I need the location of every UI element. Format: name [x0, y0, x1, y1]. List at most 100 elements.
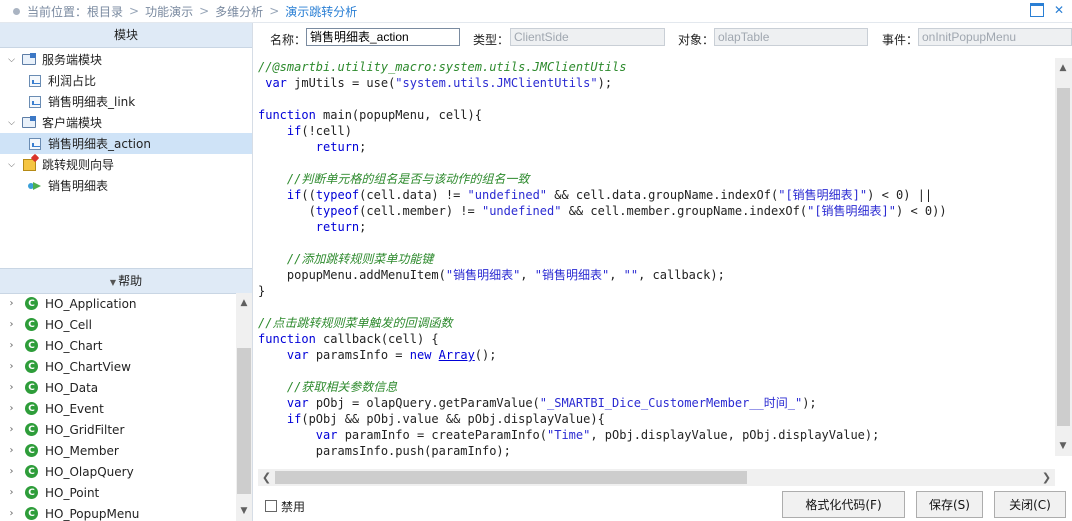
close-icon[interactable]: ✕: [1052, 3, 1066, 17]
code-token: (pObj && pObj.value && pObj.displayValue…: [301, 412, 605, 426]
disable-label[interactable]: 禁用: [281, 498, 305, 515]
help-list-item[interactable]: › C HO_Event: [0, 398, 236, 419]
code-token: (: [258, 204, 316, 218]
help-list-item[interactable]: › C HO_PopupMenu: [0, 503, 236, 521]
expand-icon[interactable]: ›: [7, 340, 16, 351]
tree-node-sales-detail-action[interactable]: 销售明细表_action: [0, 133, 252, 154]
code-token: ();: [474, 348, 497, 362]
code-token: , callback);: [638, 268, 725, 282]
code-line: paramsInfo.push(paramInfo);: [258, 443, 511, 458]
help-item-label: HO_Data: [45, 380, 99, 395]
macro-doc-icon: [28, 74, 42, 88]
class-icon: C: [25, 423, 38, 436]
code-keyword: typeof: [315, 188, 360, 202]
scroll-down-icon[interactable]: ▼: [236, 503, 252, 519]
code-string: "[销售明细表]": [807, 204, 897, 218]
code-string: "undefined": [481, 204, 562, 218]
help-header-label: 帮助: [118, 274, 143, 288]
name-field[interactable]: 销售明细表_action: [306, 28, 460, 46]
expand-icon[interactable]: ›: [7, 445, 16, 456]
help-list-item[interactable]: › C HO_ChartView: [0, 356, 236, 377]
code-token: && cell.member.groupName.indexOf(: [561, 204, 808, 218]
help-list-item[interactable]: › C HO_Cell: [0, 314, 236, 335]
code-comment: //添加跳转规则菜单功能键: [286, 252, 434, 266]
code-line: function callback(cell) {: [258, 331, 439, 347]
collapse-icon[interactable]: ⌵: [7, 118, 16, 128]
help-list-item[interactable]: › C HO_Data: [0, 377, 236, 398]
tree-node-server-module[interactable]: ⌵ 服务端模块: [0, 49, 102, 70]
scroll-up-icon[interactable]: ▲: [1055, 60, 1071, 76]
help-item-label: HO_Event: [45, 401, 104, 416]
code-string: "undefined": [467, 188, 548, 202]
code-editor[interactable]: //@smartbi.utility_macro:system.utils.JM…: [258, 58, 1055, 458]
breadcrumb-item-demo[interactable]: 功能演示: [145, 3, 193, 20]
help-item-label: HO_OlapQuery: [45, 464, 134, 479]
scrollbar-thumb[interactable]: [275, 471, 747, 484]
collapse-icon[interactable]: ⌵: [7, 160, 16, 170]
expand-icon[interactable]: ›: [7, 403, 16, 414]
tree-node-profit-ratio[interactable]: 利润占比: [28, 70, 96, 91]
close-button[interactable]: 关闭(C): [994, 491, 1066, 518]
editor-horizontal-scrollbar[interactable]: ❮ ❯: [258, 469, 1055, 486]
expand-icon[interactable]: ›: [7, 319, 16, 330]
scroll-left-icon[interactable]: ❮: [258, 469, 275, 486]
tree-node-sales-detail-link[interactable]: 销售明细表_link: [28, 91, 135, 112]
format-code-button[interactable]: 格式化代码(F): [782, 491, 905, 518]
expand-icon[interactable]: ›: [7, 298, 16, 309]
footer-bar: 禁用 格式化代码(F) 保存(S) 关闭(C): [253, 489, 1072, 521]
scrollbar-thumb[interactable]: [237, 348, 251, 494]
expand-icon[interactable]: ›: [7, 466, 16, 477]
scrollbar-thumb[interactable]: [1057, 88, 1070, 426]
tree-node-jump-rule-wizard[interactable]: ⌵ 跳转规则向导: [0, 154, 114, 175]
code-keyword: new: [409, 348, 432, 362]
breadcrumb-item-root[interactable]: 根目录: [87, 3, 123, 20]
module-panel-header[interactable]: 模块: [0, 23, 252, 48]
expand-icon[interactable]: ›: [7, 382, 16, 393]
code-line: var paramsInfo = new Array();: [258, 347, 497, 363]
tree-node-sales-detail[interactable]: 销售明细表: [28, 175, 108, 196]
editor-panel: 名称： 销售明细表_action 类型： ClientSide 对象： olap…: [253, 23, 1072, 521]
help-list-item[interactable]: › C HO_Chart: [0, 335, 236, 356]
help-list-item[interactable]: › C HO_Point: [0, 482, 236, 503]
disable-checkbox[interactable]: [265, 500, 277, 512]
folder-icon: [22, 53, 36, 67]
help-list-item[interactable]: › C HO_OlapQuery: [0, 461, 236, 482]
code-keyword: var: [286, 348, 309, 362]
code-token: Array: [438, 348, 475, 362]
macro-doc-icon: [28, 137, 42, 151]
scroll-up-icon[interactable]: ▲: [236, 295, 252, 311]
class-icon: C: [25, 297, 38, 310]
help-list-item[interactable]: › C HO_Member: [0, 440, 236, 461]
save-button[interactable]: 保存(S): [916, 491, 983, 518]
scroll-right-icon[interactable]: ❯: [1038, 469, 1055, 486]
help-item-label: HO_Application: [45, 296, 137, 311]
scroll-down-icon[interactable]: ▼: [1055, 438, 1071, 454]
help-scrollbar[interactable]: ▲ ▼: [236, 293, 252, 521]
help-item-label: HO_Member: [45, 443, 119, 458]
class-icon: C: [25, 318, 38, 331]
breadcrumb: 当前位置： 根目录 > 功能演示 > 多维分析 > 演示跳转分析 ✕: [0, 0, 1072, 23]
object-field: olapTable: [714, 28, 868, 46]
help-list-item[interactable]: › C HO_GridFilter: [0, 419, 236, 440]
class-icon: C: [25, 360, 38, 373]
help-panel-header[interactable]: ▼ 帮助: [0, 268, 252, 294]
code-token: paramsInfo =: [308, 348, 410, 362]
editor-vertical-scrollbar[interactable]: ▲ ▼: [1055, 58, 1072, 456]
expand-icon[interactable]: ›: [7, 361, 16, 372]
code-comment: //判断单元格的组名是否与该动作的组名一致: [286, 172, 530, 186]
tree-node-client-module[interactable]: ⌵ 客户端模块: [0, 112, 102, 133]
code-keyword: function: [258, 332, 316, 346]
help-list-item[interactable]: › C HO_Application: [0, 293, 236, 314]
breadcrumb-item-olap[interactable]: 多维分析: [215, 3, 263, 20]
code-keyword: var: [315, 428, 338, 442]
maximize-icon[interactable]: [1030, 3, 1044, 17]
expand-icon[interactable]: ›: [7, 487, 16, 498]
expand-icon[interactable]: ›: [7, 508, 16, 519]
property-bar: 名称： 销售明细表_action 类型： ClientSide 对象： olap…: [253, 23, 1072, 53]
code-keyword: return: [315, 220, 360, 234]
expand-icon[interactable]: ›: [7, 424, 16, 435]
collapse-icon[interactable]: ⌵: [7, 55, 16, 65]
class-icon: C: [25, 402, 38, 415]
